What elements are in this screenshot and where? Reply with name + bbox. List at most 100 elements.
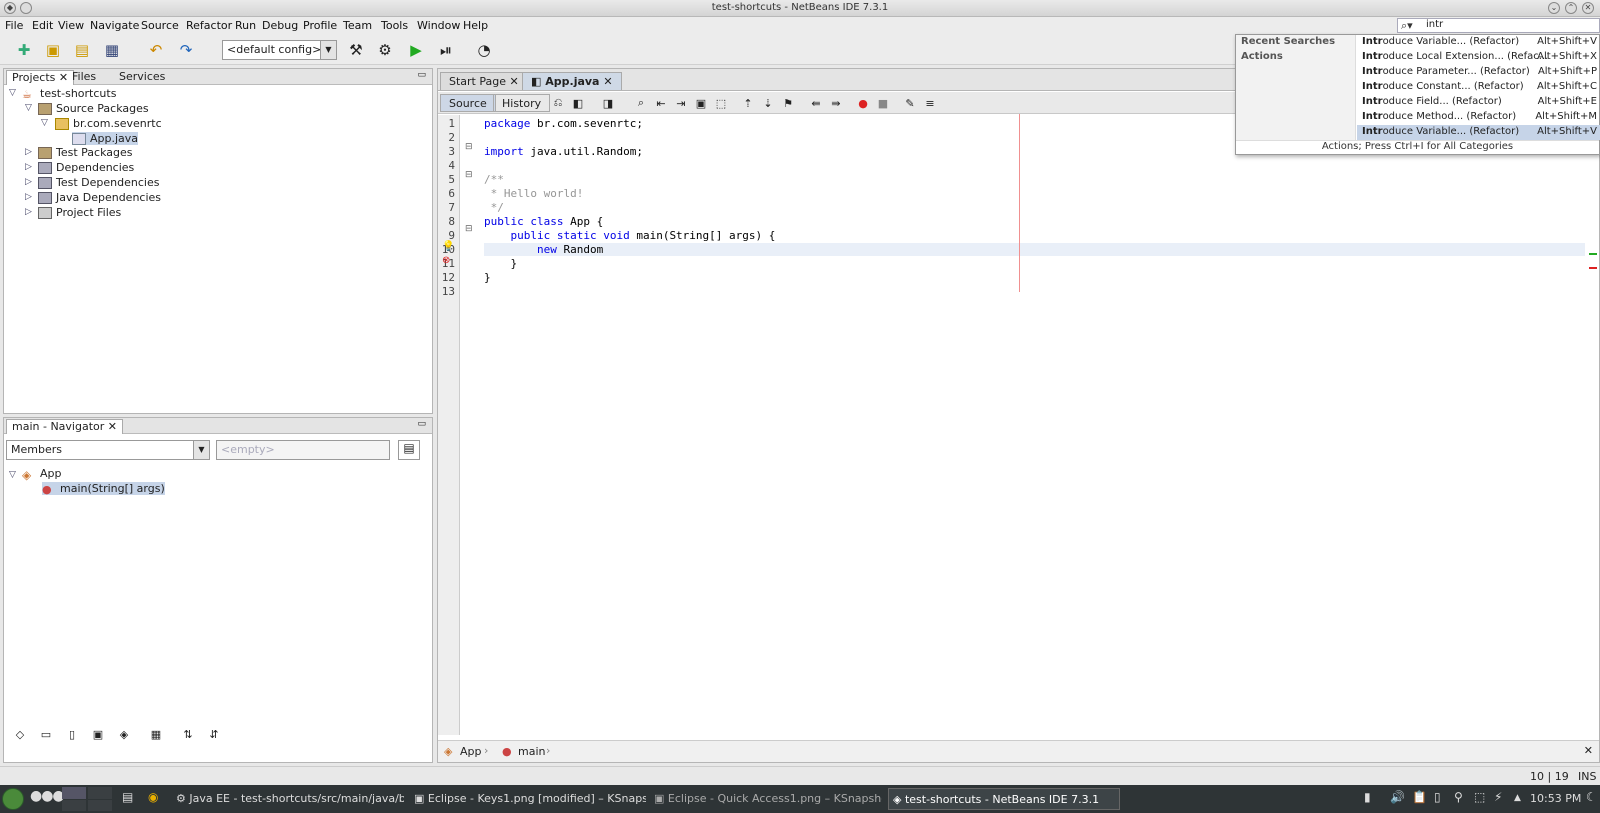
menu-refactor[interactable]: Refactor — [186, 19, 232, 32]
minimize-panel-icon[interactable]: ▭ — [417, 419, 426, 429]
open-project-icon[interactable]: ▤ — [72, 40, 92, 60]
file-manager-icon[interactable]: ▤ — [122, 790, 133, 804]
prev-bookmark-icon[interactable]: ⇡ — [738, 93, 758, 113]
menu-run[interactable]: Run — [235, 19, 256, 32]
close-icon[interactable]: ✕ — [108, 420, 117, 433]
toggle-highlight-icon[interactable]: ▣ — [691, 93, 711, 113]
close-window-icon[interactable]: ✕ — [1582, 2, 1594, 14]
inherited-filter-icon[interactable]: ▣ — [88, 724, 108, 744]
new-project-icon[interactable]: ▣ — [43, 40, 63, 60]
undo-icon[interactable]: ↶ — [146, 40, 166, 60]
breadcrumb-main[interactable]: main — [518, 745, 545, 758]
menu-edit[interactable]: Edit — [32, 19, 53, 32]
sort-name-icon[interactable]: ⇅ — [178, 724, 198, 744]
workspace-3[interactable] — [62, 800, 86, 811]
minimize-icon[interactable]: ⌄ — [1548, 2, 1560, 14]
record-macro-icon[interactable]: ● — [853, 93, 873, 113]
menu-team[interactable]: Team — [343, 19, 372, 32]
tray-expand-icon[interactable]: ▲ — [1514, 793, 1521, 803]
expand-icon[interactable]: ▷ — [25, 162, 32, 172]
task-netbeans[interactable]: ◈ test-shortcuts - NetBeans IDE 7.3.1 — [888, 788, 1120, 810]
debug-icon[interactable]: ⏯ — [436, 40, 456, 60]
workspace-4[interactable] — [88, 800, 112, 811]
static-filter-icon[interactable]: ▯ — [62, 724, 82, 744]
storage-icon[interactable]: ▮ — [1364, 790, 1371, 804]
maximize-icon[interactable]: ⌃ — [1565, 2, 1577, 14]
view-source[interactable]: Source — [440, 94, 496, 112]
task-eclipse-javaee[interactable]: ⚙ Java EE - test-shortcuts/src/main/java… — [172, 788, 404, 810]
tab-projects[interactable]: Projects ✕ — [6, 70, 75, 85]
chrome-icon[interactable]: ◉ — [148, 790, 158, 804]
menu-window[interactable]: Window — [417, 19, 460, 32]
fold-icon[interactable]: ⊟ — [465, 142, 473, 152]
network-share-icon[interactable]: ⚲ — [1454, 790, 1463, 804]
collapse-icon[interactable]: ▽ — [25, 103, 32, 113]
menu-help[interactable]: Help — [463, 19, 488, 32]
volume-icon[interactable]: 🔊 — [1390, 790, 1405, 804]
toggle-bookmark-icon[interactable]: ⚑ — [778, 93, 798, 113]
expand-icon[interactable]: ▷ — [25, 177, 32, 187]
rect-select-icon[interactable]: ⬚ — [711, 93, 731, 113]
expand-icon[interactable]: ▷ — [25, 192, 32, 202]
forward-icon[interactable]: ◨ — [598, 93, 618, 113]
workspace-1[interactable] — [62, 787, 86, 799]
menu-debug[interactable]: Debug — [262, 19, 298, 32]
clipboard-icon[interactable]: 📋 — [1412, 790, 1427, 804]
tree-test-dependencies[interactable]: Test Dependencies — [38, 176, 159, 189]
popup-item[interactable]: Introduce Constant... (Refactor) Alt+Shif… — [1357, 80, 1600, 95]
view-history[interactable]: History — [493, 94, 551, 112]
task-ksnapshot-keys[interactable]: ▣ Eclipse - Keys1.png [modified] – KSnap… — [410, 788, 646, 810]
tree-project-files[interactable]: Project Files — [38, 206, 121, 219]
collapse-icon[interactable]: ▽ — [41, 118, 48, 128]
breadcrumb-app[interactable]: App — [460, 745, 482, 758]
quick-search-box[interactable]: ⌕▾ intr — [1397, 18, 1600, 33]
back-icon[interactable]: ◧ — [568, 93, 588, 113]
minimize-panel-icon[interactable]: ▭ — [417, 70, 426, 80]
find-icon[interactable]: ⌕ — [631, 93, 651, 113]
fqn-icon[interactable]: ▦ — [146, 724, 166, 744]
tab-services[interactable]: Services — [114, 70, 170, 85]
profile-icon[interactable]: ◔ — [474, 40, 494, 60]
config-select[interactable]: <default config> ▼ — [222, 40, 337, 60]
tree-package[interactable]: br.com.sevenrtc — [55, 117, 162, 130]
popup-item[interactable]: Introduce Field... (Refactor) Alt+Shift+E — [1357, 95, 1600, 110]
new-file-icon[interactable]: ✚ — [14, 40, 34, 60]
expand-icon[interactable]: ▷ — [25, 147, 32, 157]
expand-icon[interactable]: ▷ — [25, 207, 32, 217]
tree-app-java[interactable]: App.java — [72, 132, 139, 145]
navigator-filter-select[interactable]: Members ▼ — [6, 440, 210, 460]
layout-icon[interactable]: ▤ — [398, 440, 420, 460]
chevron-down-icon[interactable]: ▼ — [193, 441, 209, 459]
redo-icon[interactable]: ↷ — [176, 40, 196, 60]
field-filter-icon[interactable]: ▭ — [36, 724, 56, 744]
error-marker[interactable] — [1589, 267, 1597, 269]
workspace-2[interactable] — [88, 787, 112, 799]
clean-build-icon[interactable]: ⚙ — [375, 40, 395, 60]
popup-item[interactable]: Introduce Parameter... (Refactor) Alt+Shi… — [1357, 65, 1600, 80]
popup-item[interactable]: Introduce Local Extension... (Refac... Al… — [1357, 50, 1600, 65]
task-ksnapshot-quickaccess[interactable]: ▣ Eclipse - Quick Access1.png – KSnapsho… — [650, 788, 882, 810]
find-previous-icon[interactable]: ⇤ — [651, 93, 671, 113]
nav-class-app[interactable]: ◈ App — [22, 467, 62, 482]
fold-icon[interactable]: ⊟ — [465, 170, 473, 180]
menu-tools[interactable]: Tools — [381, 19, 408, 32]
error-icon[interactable]: ⊗ — [442, 255, 450, 266]
tree-java-dependencies[interactable]: Java Dependencies — [38, 191, 161, 204]
shift-right-icon[interactable]: ⇛ — [826, 93, 846, 113]
navigator-member-select[interactable]: <empty> — [216, 440, 390, 460]
tree-dependencies[interactable]: Dependencies — [38, 161, 134, 174]
tab-navigator[interactable]: main - Navigator ✕ — [6, 419, 123, 434]
shift-left-icon[interactable]: ⇚ — [806, 93, 826, 113]
notes-icon[interactable]: ▯ — [1434, 790, 1441, 804]
menu-view[interactable]: View — [58, 19, 84, 32]
stop-macro-icon[interactable]: ■ — [873, 93, 893, 113]
menu-navigate[interactable]: Navigate — [90, 19, 139, 32]
code-area[interactable]: package br.com.sevenrtc; import java.uti… — [484, 115, 1599, 735]
network-icon[interactable]: ⚡ — [1494, 790, 1502, 804]
uncomment-icon[interactable]: ≡ — [920, 93, 940, 113]
workspace-dots-icon[interactable]: ●●● — [30, 788, 65, 804]
popup-item[interactable]: Introduce Variable... (Refactor) Alt+Shif… — [1357, 35, 1600, 50]
find-next-icon[interactable]: ⇥ — [671, 93, 691, 113]
popup-item-selected[interactable]: Introduce Variable... (Refactor) Alt+Shif… — [1357, 125, 1600, 140]
close-icon[interactable]: ✕ — [1584, 744, 1593, 757]
